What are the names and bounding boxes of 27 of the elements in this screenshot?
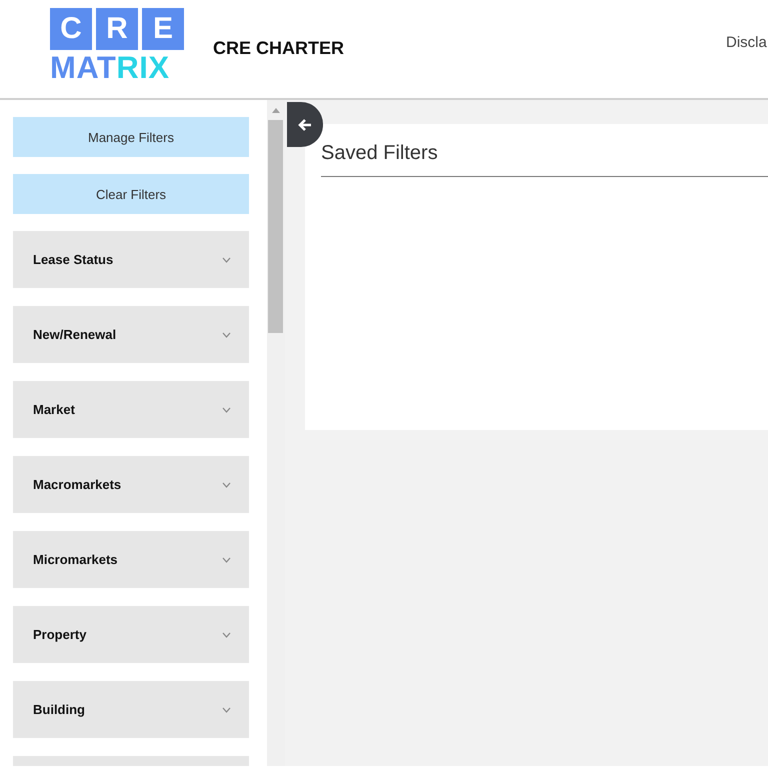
filter-accordion[interactable]: Macromarkets — [13, 456, 249, 513]
logo-letter-tile: C — [50, 8, 92, 50]
scrollbar-thumb[interactable] — [268, 120, 283, 333]
filter-accordion[interactable]: Market — [13, 381, 249, 438]
chevron-icon — [222, 332, 231, 338]
filter-action-button[interactable]: Clear Filters — [13, 174, 249, 214]
filter-accordion[interactable]: New/Renewal — [13, 306, 249, 363]
logo-wordmark: MATRIX — [50, 51, 171, 84]
arrow-left-icon — [298, 118, 312, 130]
filter-accordion[interactable]: Lease Status — [13, 231, 249, 288]
collapse-button[interactable] — [287, 102, 323, 147]
filter-accordion[interactable]: Property — [13, 606, 249, 663]
app-title: CRE CHARTER — [213, 38, 344, 59]
filter-action-button[interactable]: Manage Filters — [13, 117, 249, 157]
filter-accordion[interactable]: Micromarkets — [13, 531, 249, 588]
logo-letter-tile: E — [142, 8, 184, 50]
scroll-up-icon[interactable] — [272, 108, 280, 113]
filter-accordion[interactable]: Building — [13, 681, 249, 738]
chevron-icon — [222, 482, 231, 488]
card-title: Saved Filters — [321, 142, 768, 177]
chevron-icon — [222, 706, 231, 712]
chevron-icon — [222, 632, 231, 638]
chevron-icon — [222, 556, 231, 562]
logo-letter-tile: R — [96, 8, 138, 50]
chevron-icon — [222, 406, 231, 412]
nav-link[interactable]: Discla — [726, 34, 767, 51]
chevron-icon — [222, 256, 231, 262]
